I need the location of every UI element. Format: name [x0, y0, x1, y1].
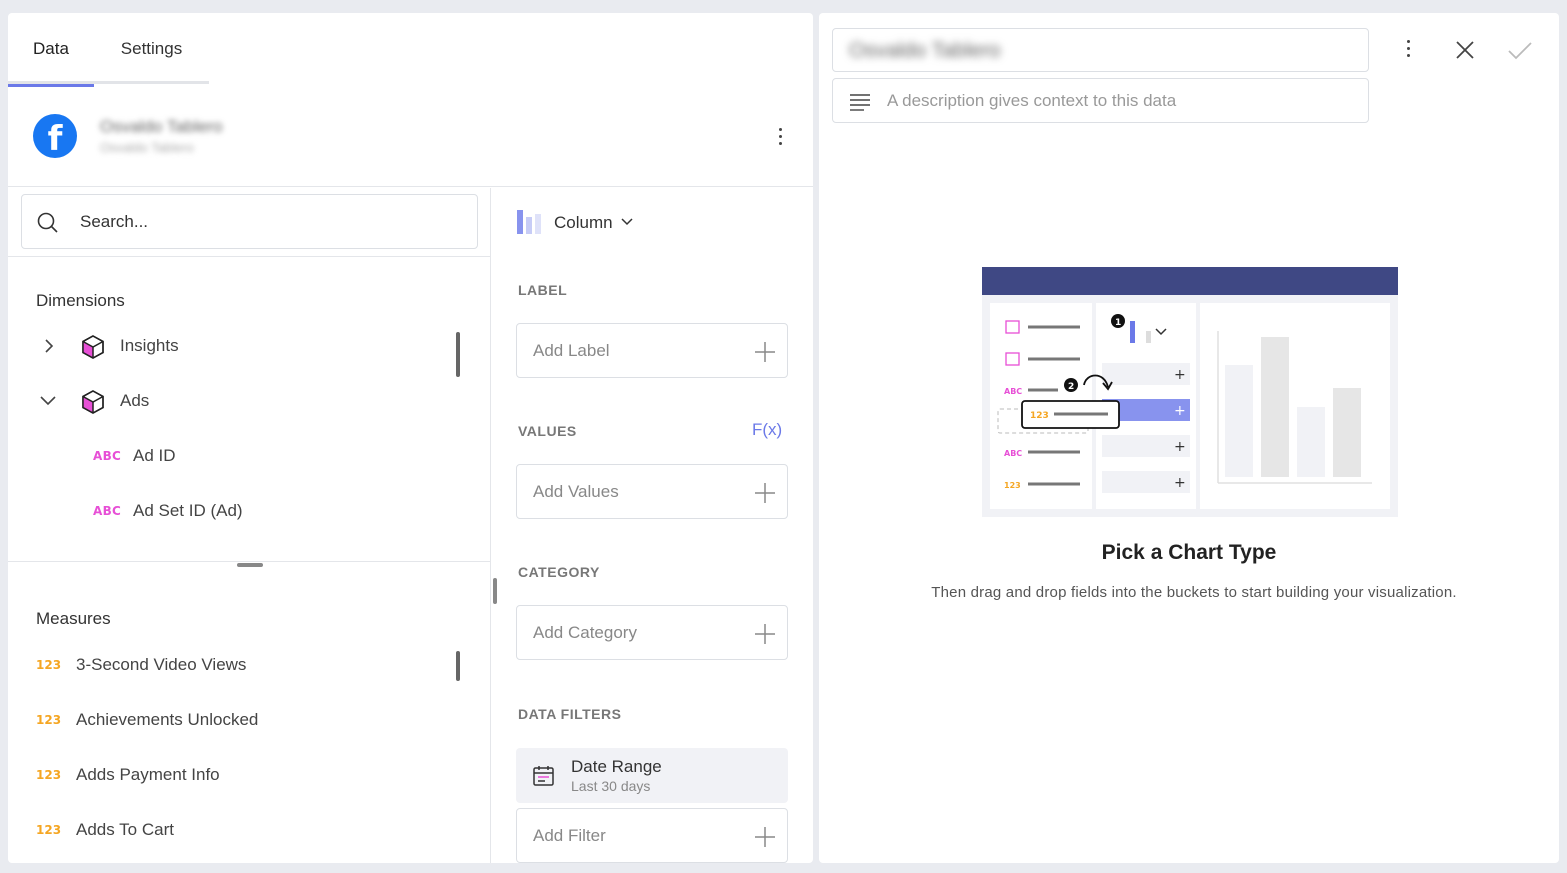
- svg-text:1: 1: [1115, 318, 1121, 328]
- text-lines-icon: [850, 94, 870, 111]
- number-type-badge: 123: [36, 713, 62, 727]
- field-adds-payment-info[interactable]: 123 Adds Payment Info: [8, 753, 458, 797]
- more-options-icon[interactable]: [1399, 37, 1419, 61]
- facebook-icon: f: [33, 114, 77, 158]
- number-type-badge: 123: [36, 658, 62, 672]
- field-label: Adds To Cart: [76, 820, 174, 839]
- section-resize-handle[interactable]: [237, 563, 263, 567]
- dimensions-title: Dimensions: [36, 291, 125, 310]
- svg-text:+: +: [1174, 367, 1186, 383]
- active-tab-indicator: [8, 84, 94, 87]
- add-label-bucket[interactable]: Add Label: [516, 323, 788, 378]
- column-chart-icon: [517, 210, 545, 234]
- data-source-subtitle: Osvaldo Tablero: [100, 140, 194, 155]
- field-label: Adds Payment Info: [76, 765, 220, 784]
- data-source-name: Osvaldo Tablero: [100, 117, 223, 136]
- pick-chart-illustration: ABC ABC 123 1 + + + + 123 2: [982, 267, 1398, 517]
- dimension-group-label: Insights: [120, 336, 179, 355]
- dimension-group-label: Ads: [120, 391, 150, 410]
- divider: [8, 256, 491, 257]
- plus-icon: [755, 483, 775, 503]
- visualization-preview-panel: Osvaldo Tablero ABC ABC 123 1 + + + + 12…: [819, 13, 1559, 863]
- search-input[interactable]: [80, 209, 460, 235]
- tab-data-label: Data: [33, 39, 69, 58]
- plus-icon: [755, 342, 775, 362]
- dimensions-scrollbar[interactable]: [456, 332, 460, 377]
- category-bucket-title: CATEGORY: [518, 564, 600, 580]
- date-range-filter[interactable]: Date Range Last 30 days: [516, 748, 788, 803]
- search-icon: [37, 212, 58, 233]
- add-category-bucket[interactable]: Add Category: [516, 605, 788, 660]
- field-label: 3-Second Video Views: [76, 655, 247, 674]
- chevron-down-icon: [621, 218, 633, 226]
- empty-state-title: Pick a Chart Type: [1101, 541, 1277, 564]
- svg-text:ABC: ABC: [1004, 387, 1022, 396]
- column-resize-handle[interactable]: [493, 578, 497, 604]
- empty-state-subtitle: Then drag and drop fields into the bucke…: [931, 584, 1457, 601]
- add-filter-placeholder: Add Filter: [533, 826, 606, 845]
- visualization-title-field[interactable]: Osvaldo Tablero: [832, 28, 1369, 72]
- data-filters-title: DATA FILTERS: [518, 706, 622, 722]
- field-3-second-video-views[interactable]: 123 3-Second Video Views: [8, 643, 458, 687]
- description-field[interactable]: [832, 78, 1369, 123]
- close-icon[interactable]: [1455, 40, 1475, 60]
- panel-tabs: Data Settings: [8, 13, 209, 87]
- field-label: Ad ID: [133, 446, 176, 465]
- add-filter-bucket[interactable]: Add Filter: [516, 808, 788, 863]
- field-label: Achievements Unlocked: [76, 710, 259, 729]
- plus-icon: [755, 827, 775, 847]
- label-bucket-title: LABEL: [518, 282, 568, 298]
- filter-name: Date Range: [571, 757, 662, 776]
- number-type-badge: 123: [36, 823, 62, 837]
- measures-title: Measures: [36, 609, 111, 628]
- add-values-bucket[interactable]: Add Values: [516, 464, 788, 519]
- svg-text:+: +: [1174, 439, 1186, 455]
- search-field[interactable]: [21, 194, 478, 249]
- fields-list: Dimensions Insights Ads ABC Ad ID ABC Ad…: [8, 188, 491, 863]
- svg-text:123: 123: [1004, 481, 1021, 490]
- field-adds-to-cart[interactable]: 123 Adds To Cart: [8, 808, 458, 852]
- dimension-group-insights[interactable]: Insights: [8, 324, 458, 368]
- tab-data[interactable]: Data: [8, 13, 94, 87]
- data-source-header: f Osvaldo Tablero Osvaldo Tablero: [8, 97, 813, 187]
- text-type-badge: ABC: [93, 504, 122, 518]
- svg-text:123: 123: [1030, 411, 1049, 421]
- field-achievements-unlocked[interactable]: 123 Achievements Unlocked: [8, 698, 458, 742]
- add-category-placeholder: Add Category: [533, 623, 637, 642]
- number-type-badge: 123: [36, 768, 62, 782]
- checkmark-icon[interactable]: [1507, 41, 1533, 61]
- visualization-type-label: Column: [554, 213, 613, 232]
- plus-icon: [755, 624, 775, 644]
- field-label: Ad Set ID (Ad): [133, 501, 243, 520]
- calendar-icon: [533, 766, 554, 786]
- data-editor-panel: Data Settings f Osvaldo Tablero Osvaldo …: [8, 13, 813, 863]
- values-bucket-title: VALUES: [518, 423, 577, 439]
- svg-text:+: +: [1174, 475, 1186, 491]
- cube-icon: [82, 335, 104, 359]
- svg-text:2: 2: [1068, 382, 1074, 392]
- buckets-panel: Column LABEL Add Label VALUES F(x) Add V…: [492, 188, 813, 863]
- svg-text:+: +: [1174, 403, 1186, 419]
- measures-scrollbar[interactable]: [456, 651, 460, 681]
- chevron-right-icon[interactable]: [42, 336, 56, 356]
- add-values-placeholder: Add Values: [533, 482, 619, 501]
- calculated-field-button[interactable]: F(x): [752, 420, 782, 440]
- visualization-title: Osvaldo Tablero: [849, 39, 1001, 62]
- cube-icon: [82, 390, 104, 414]
- dimension-group-ads[interactable]: Ads: [8, 379, 458, 423]
- divider: [8, 561, 491, 562]
- tab-settings[interactable]: Settings: [94, 13, 209, 84]
- field-ad-id[interactable]: ABC Ad ID: [8, 434, 458, 478]
- add-label-placeholder: Add Label: [533, 341, 610, 360]
- tab-settings-label: Settings: [120, 39, 183, 58]
- text-type-badge: ABC: [93, 449, 122, 463]
- field-ad-set-id[interactable]: ABC Ad Set ID (Ad): [8, 489, 458, 533]
- chevron-down-icon[interactable]: [38, 393, 58, 407]
- description-input[interactable]: [887, 89, 1347, 113]
- data-source-menu-icon[interactable]: [771, 125, 791, 149]
- filter-value: Last 30 days: [571, 778, 651, 794]
- svg-text:ABC: ABC: [1004, 449, 1022, 458]
